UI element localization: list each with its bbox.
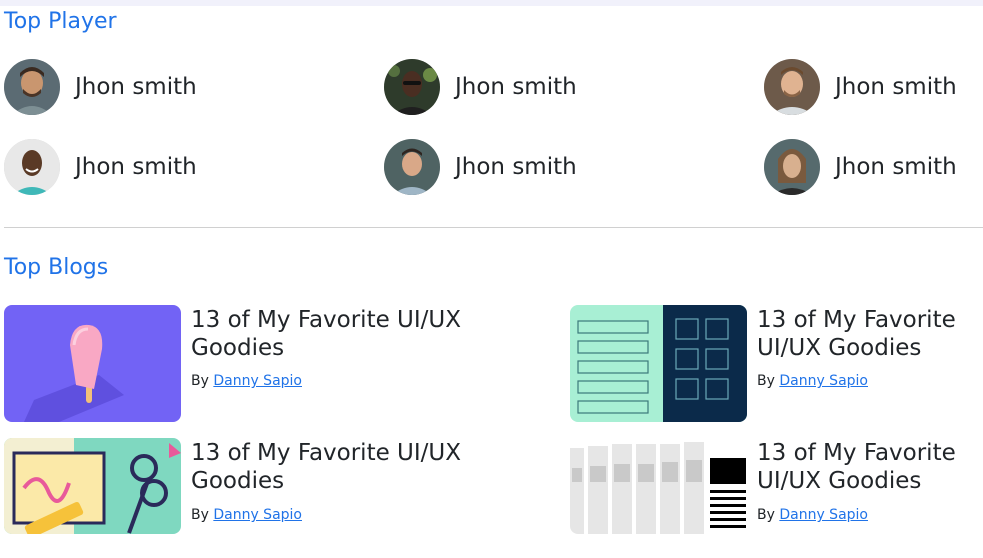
player-name: Jhon smith	[835, 154, 957, 180]
player-avatar	[4, 59, 60, 115]
blog-byline: By Danny Sapio	[191, 507, 302, 523]
author-link[interactable]: Danny Sapio	[213, 507, 302, 523]
blog-title[interactable]: 13 of My Favorite UI/UX Goodies	[191, 439, 491, 495]
player-card[interactable]: Jhon smith	[384, 58, 577, 116]
player-card[interactable]: Jhon smith	[764, 138, 957, 196]
blog-byline: By Danny Sapio	[757, 507, 868, 523]
player-avatar	[764, 139, 820, 195]
author-link[interactable]: Danny Sapio	[779, 507, 868, 523]
author-link[interactable]: Danny Sapio	[213, 373, 302, 389]
by-label: By	[757, 507, 775, 523]
documents-thumbnail[interactable]	[570, 438, 747, 534]
player-name: Jhon smith	[75, 154, 197, 180]
blog-title[interactable]: 13 of My Favorite UI/UX Goodies	[757, 439, 983, 495]
player-card[interactable]: Jhon smith	[4, 58, 197, 116]
player-avatar	[384, 139, 440, 195]
author-link[interactable]: Danny Sapio	[779, 373, 868, 389]
by-label: By	[191, 507, 209, 523]
players-grid: Jhon smith Jhon smith Jhon smith Jhon sm…	[4, 58, 983, 198]
by-label: By	[191, 373, 209, 389]
player-name: Jhon smith	[455, 154, 577, 180]
wireframe-thumbnail[interactable]	[570, 305, 747, 422]
player-card[interactable]: Jhon smith	[384, 138, 577, 196]
player-name: Jhon smith	[455, 74, 577, 100]
player-name: Jhon smith	[835, 74, 957, 100]
blog-title[interactable]: 13 of My Favorite UI/UX Goodies	[191, 306, 491, 362]
blog-title[interactable]: 13 of My Favorite UI/UX Goodies	[757, 306, 983, 362]
player-name: Jhon smith	[75, 74, 197, 100]
blog-byline: By Danny Sapio	[191, 373, 302, 389]
by-label: By	[757, 373, 775, 389]
player-avatar	[384, 59, 440, 115]
player-card[interactable]: Jhon smith	[764, 58, 957, 116]
player-avatar	[764, 59, 820, 115]
player-avatar	[4, 139, 60, 195]
crafts-thumbnail[interactable]	[4, 438, 181, 534]
blog-card[interactable]: 13 of My Favorite UI/UX Goodies By Danny…	[570, 438, 983, 558]
blog-card[interactable]: 13 of My Favorite UI/UX Goodies By Danny…	[4, 305, 461, 425]
blog-card[interactable]: 13 of My Favorite UI/UX Goodies By Danny…	[4, 438, 461, 558]
blog-byline: By Danny Sapio	[757, 373, 868, 389]
popsicle-thumbnail[interactable]	[4, 305, 181, 422]
top-strip	[0, 0, 983, 6]
top-player-heading: Top Player	[4, 9, 117, 34]
top-blogs-heading: Top Blogs	[4, 255, 109, 280]
section-divider	[4, 227, 983, 228]
player-card[interactable]: Jhon smith	[4, 138, 197, 196]
blog-card[interactable]: 13 of My Favorite UI/UX Goodies By Danny…	[570, 305, 983, 425]
